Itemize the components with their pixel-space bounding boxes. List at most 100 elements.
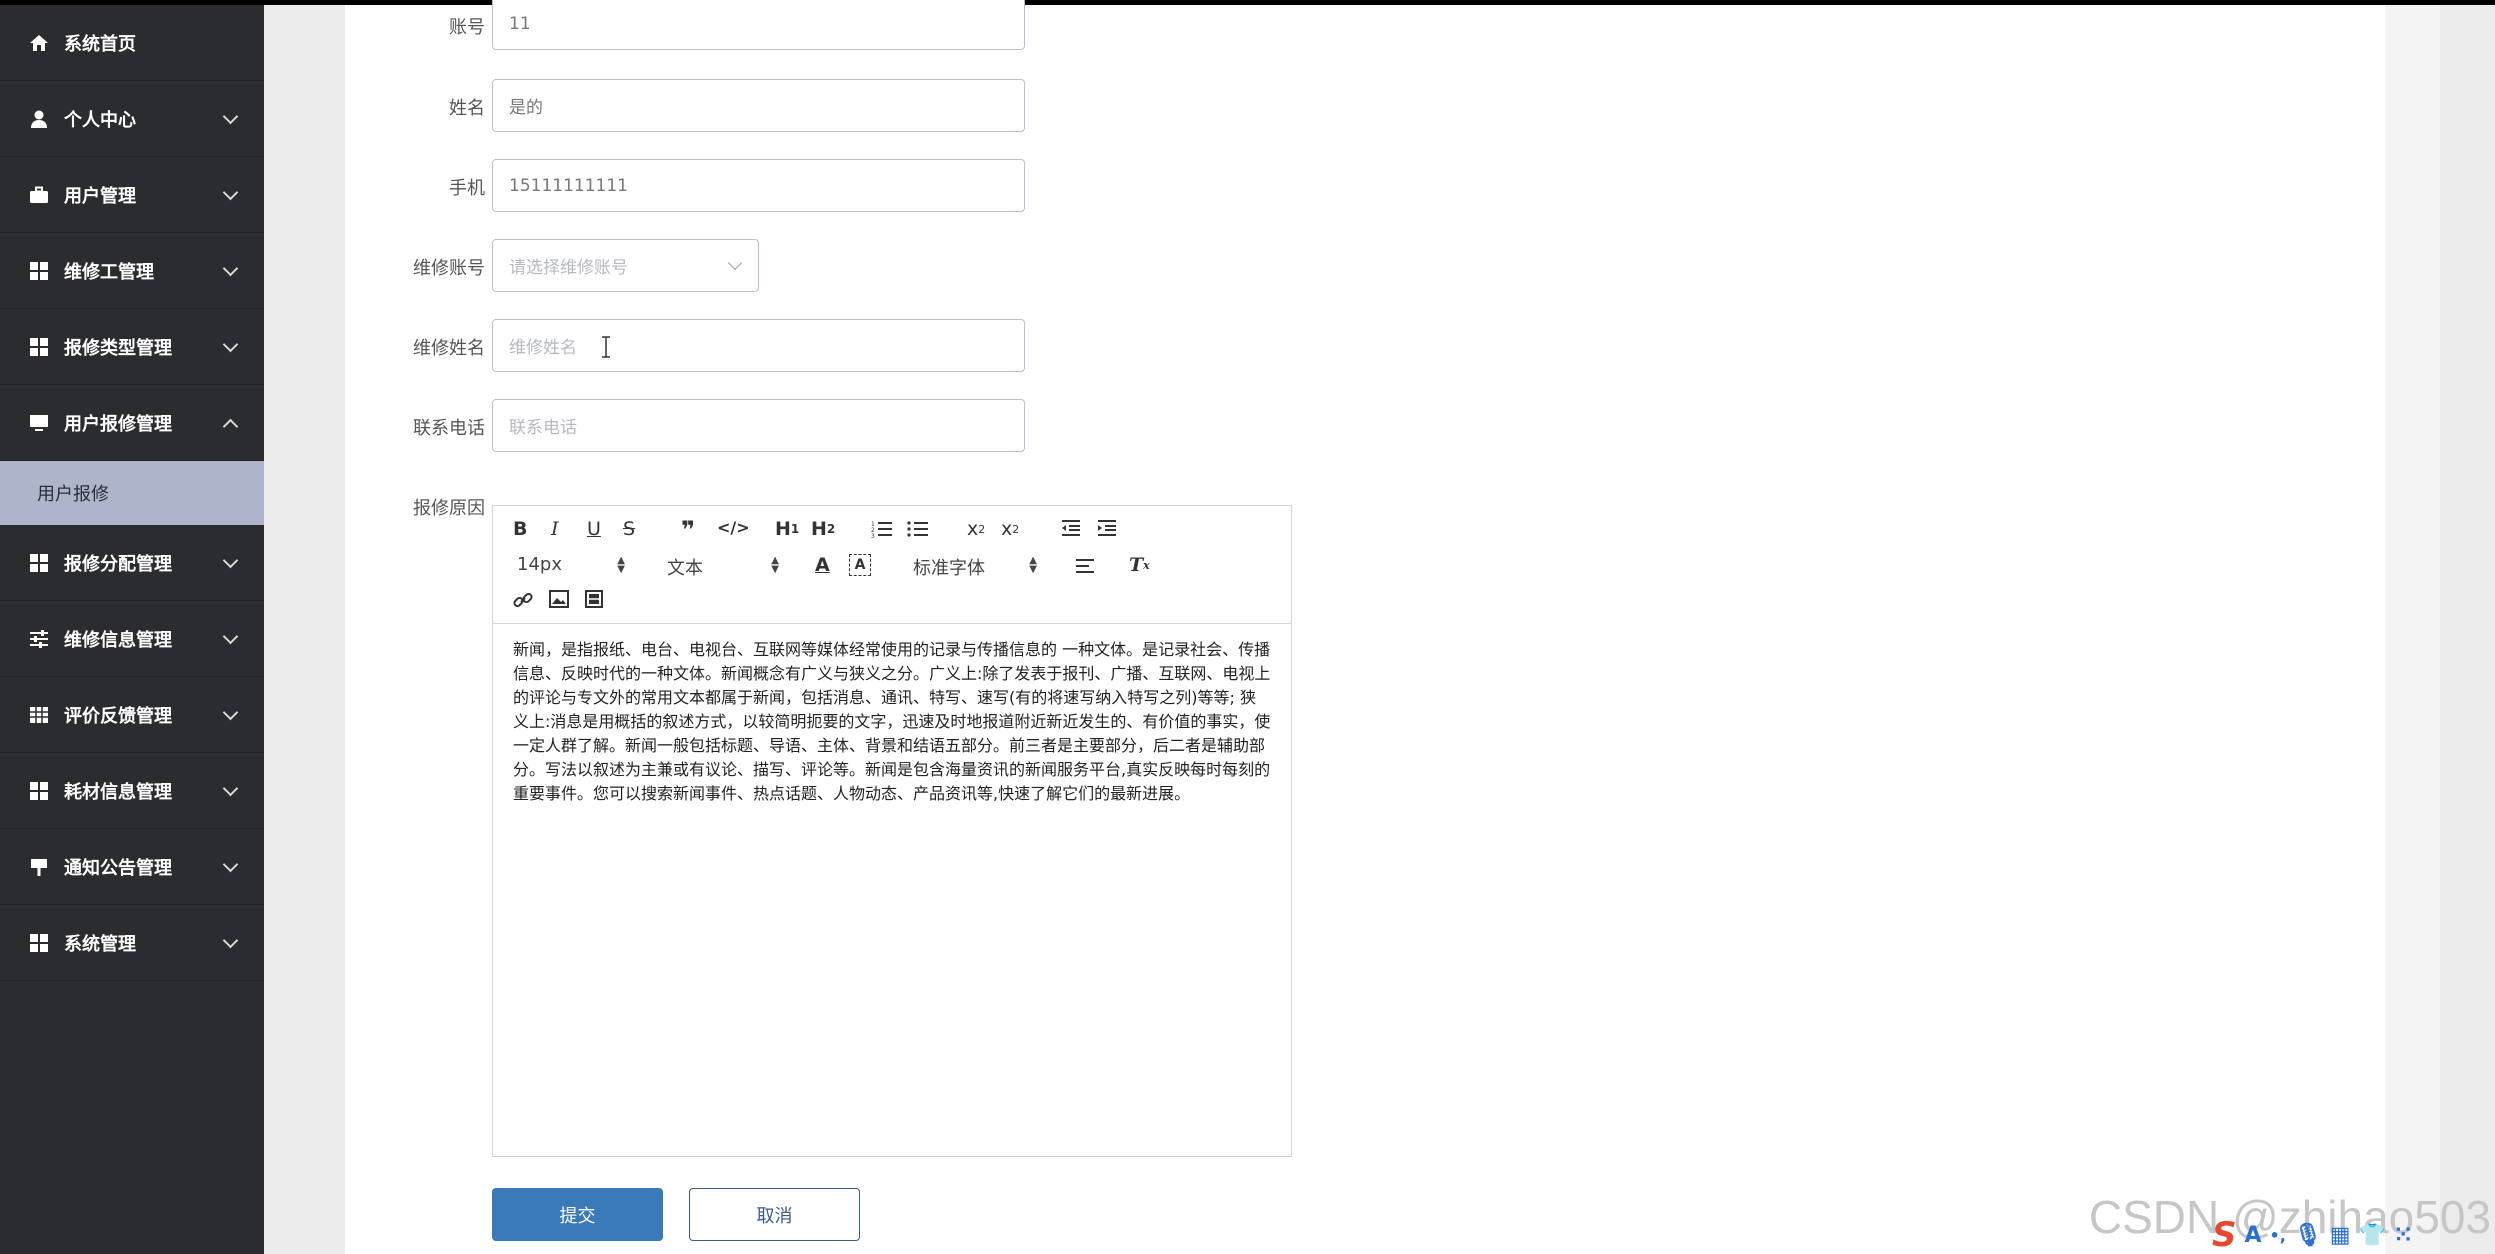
- contact-phone-field[interactable]: 联系电话: [492, 399, 1025, 452]
- repair-reason-label: 报修原因: [413, 498, 485, 519]
- sidebar-item-system-management[interactable]: 系统管理: [0, 905, 264, 981]
- sidebar-item-repair-info-management[interactable]: 维修信息管理: [0, 601, 264, 677]
- sliders-icon: [28, 628, 50, 650]
- sidebar-item-label: 耗材信息管理: [64, 781, 172, 803]
- name-field[interactable]: 是的: [492, 79, 1025, 132]
- apps-icon[interactable]: ⁙: [2394, 1223, 2412, 1248]
- grid-icon: [28, 780, 50, 802]
- punctuation-icon[interactable]: •,: [2270, 1226, 2286, 1245]
- heading2-icon[interactable]: H2: [811, 518, 835, 540]
- sidebar-item-label: 个人中心: [64, 109, 136, 131]
- phone-label: 手机: [449, 178, 485, 199]
- sidebar-item-label: 报修类型管理: [64, 337, 172, 359]
- align-icon[interactable]: [1075, 558, 1095, 574]
- font-family-select[interactable]: 标准字体 ▲ ▼: [913, 554, 1037, 580]
- sogou-logo-icon[interactable]: S: [2212, 1215, 2237, 1254]
- sign-icon: [28, 856, 50, 878]
- chevron-down-icon: [222, 108, 239, 124]
- chevron-down-icon: [222, 932, 239, 948]
- italic-icon[interactable]: I: [551, 518, 559, 540]
- background-color-icon[interactable]: A: [849, 554, 871, 576]
- grid-icon: [28, 932, 50, 954]
- chevron-down-icon: [222, 184, 239, 200]
- sidebar-item-repair-assignment-management[interactable]: 报修分配管理: [0, 525, 264, 601]
- briefcase-icon: [28, 184, 50, 206]
- chevron-down-icon: [222, 628, 239, 644]
- phone-field[interactable]: 15111111111: [492, 159, 1025, 212]
- outdent-icon[interactable]: [1061, 520, 1081, 536]
- repair-account-label: 维修账号: [413, 258, 485, 279]
- underline-icon[interactable]: U: [587, 518, 601, 540]
- sidebar-item-user-management[interactable]: 用户管理: [0, 157, 264, 233]
- link-icon[interactable]: [513, 590, 533, 610]
- ordered-list-icon[interactable]: 123: [871, 520, 893, 538]
- home-icon: [28, 32, 50, 54]
- chevron-down-icon: [727, 255, 743, 271]
- sidebar-item-user-repair-management[interactable]: 用户报修管理: [0, 385, 264, 461]
- subscript-icon[interactable]: x2: [967, 518, 985, 540]
- sidebar-item-notice-management[interactable]: 通知公告管理: [0, 829, 264, 905]
- ime-mode-icon[interactable]: A: [2245, 1223, 2262, 1248]
- bullet-list-icon[interactable]: [907, 520, 929, 538]
- cancel-button[interactable]: 取消: [689, 1188, 860, 1241]
- sidebar-subitem-user-repair[interactable]: 用户报修: [0, 461, 264, 525]
- chevron-down-icon: [222, 260, 239, 276]
- sidebar-item-label: 系统首页: [64, 33, 136, 55]
- clear-format-icon[interactable]: Tx: [1129, 554, 1150, 576]
- app-window: 系统首页 个人中心 用户管理 维修工管理 报修类型管理 用户报修管理 用户报修 …: [0, 0, 2495, 1254]
- account-value: 11: [509, 13, 531, 34]
- skin-icon[interactable]: 👕: [2359, 1223, 2386, 1248]
- superscript-icon[interactable]: x2: [1001, 518, 1019, 540]
- sidebar-item-home[interactable]: 系统首页: [0, 5, 264, 81]
- sidebar-item-label: 用户报修管理: [64, 413, 172, 435]
- sidebar-item-label: 通知公告管理: [64, 857, 172, 879]
- name-label: 姓名: [449, 98, 485, 119]
- heading1-icon[interactable]: H1: [775, 518, 799, 540]
- repair-name-field[interactable]: 维修姓名: [492, 319, 1025, 372]
- phone-value: 15111111111: [509, 175, 628, 196]
- form-card: 账号 11 姓名 是的 手机 15111111111 维修账号 请选择维修账号 …: [345, 0, 2440, 1254]
- rich-text-editor: B I U S ❞ </> H1 H2 123 x2 x2 14px ▲ ▼ 文…: [492, 505, 1292, 1157]
- grid-icon: [28, 260, 50, 282]
- scrollbar[interactable]: [2385, 5, 2440, 1254]
- sidebar-item-repair-type-management[interactable]: 报修类型管理: [0, 309, 264, 385]
- sidebar-item-label: 维修工管理: [64, 261, 154, 283]
- font-color-icon[interactable]: A: [815, 554, 830, 576]
- sidebar-item-label: 系统管理: [64, 933, 136, 955]
- video-icon[interactable]: [585, 590, 603, 608]
- sidebar-item-label: 用户管理: [64, 185, 136, 207]
- repair-account-select[interactable]: 请选择维修账号: [492, 239, 759, 292]
- sidebar: 系统首页 个人中心 用户管理 维修工管理 报修类型管理 用户报修管理 用户报修 …: [0, 5, 264, 1254]
- font-size-value: 14px: [517, 554, 562, 575]
- sidebar-item-label: 评价反馈管理: [64, 705, 172, 727]
- sidebar-item-personal-center[interactable]: 个人中心: [0, 81, 264, 157]
- keyboard-icon[interactable]: ▦: [2330, 1223, 2351, 1248]
- sidebar-item-consumables-management[interactable]: 耗材信息管理: [0, 753, 264, 829]
- image-icon[interactable]: [549, 590, 569, 608]
- indent-icon[interactable]: [1097, 520, 1117, 536]
- sidebar-item-feedback-management[interactable]: 评价反馈管理: [0, 677, 264, 753]
- account-label: 账号: [449, 17, 485, 38]
- bold-icon[interactable]: B: [513, 518, 527, 540]
- editor-toolbar: B I U S ❞ </> H1 H2 123 x2 x2 14px ▲ ▼ 文…: [493, 506, 1291, 624]
- svg-text:3: 3: [871, 533, 875, 538]
- microphone-icon[interactable]: 🎙: [2294, 1223, 2322, 1248]
- chevron-down-icon: [222, 780, 239, 796]
- user-icon: [28, 108, 50, 130]
- strikethrough-icon[interactable]: S: [623, 518, 635, 540]
- sidebar-item-repairman-management[interactable]: 维修工管理: [0, 233, 264, 309]
- font-family-value: 标准字体: [913, 558, 985, 579]
- block-type-select[interactable]: 文本 ▲ ▼: [667, 554, 779, 580]
- grid-icon: [28, 552, 50, 574]
- name-value: 是的: [509, 98, 543, 118]
- submit-button[interactable]: 提交: [492, 1188, 663, 1241]
- code-block-icon[interactable]: </>: [717, 518, 750, 537]
- repair-name-placeholder: 维修姓名: [509, 338, 577, 358]
- account-field[interactable]: 11: [492, 0, 1025, 50]
- contact-placeholder: 联系电话: [509, 418, 577, 438]
- blockquote-icon[interactable]: ❞: [681, 516, 695, 544]
- repair-account-placeholder: 请选择维修账号: [509, 258, 628, 278]
- sidebar-item-label: 报修分配管理: [64, 553, 172, 575]
- editor-content[interactable]: 新闻，是指报纸、电台、电视台、互联网等媒体经常使用的记录与传播信息的 一种文体。…: [493, 624, 1291, 820]
- font-size-select[interactable]: 14px ▲ ▼: [517, 554, 625, 575]
